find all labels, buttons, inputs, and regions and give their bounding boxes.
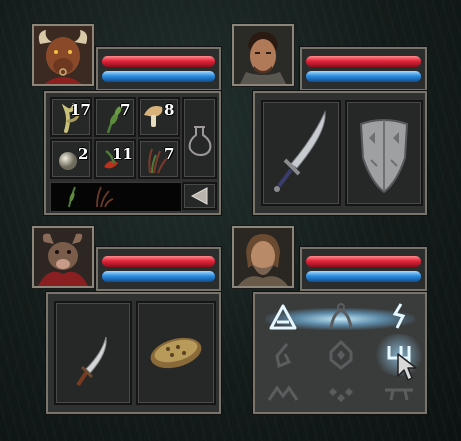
- rune-4-icon[interactable]: [265, 338, 301, 372]
- mage-portrait[interactable]: [231, 225, 295, 289]
- triangle-left-icon: [190, 187, 208, 205]
- mage-health-bar: [306, 256, 421, 267]
- inventory-slot[interactable]: 8: [138, 97, 180, 137]
- ratling-status-bars: [95, 246, 222, 292]
- shield-slot[interactable]: [345, 100, 423, 206]
- weapon-slot[interactable]: [261, 100, 341, 206]
- warrior-status-bars: [299, 46, 428, 92]
- minotaur-portrait[interactable]: [31, 23, 95, 87]
- ratling-portrait-icon: [34, 228, 92, 286]
- collapse-arrow-button[interactable]: [182, 182, 217, 210]
- item-count: 11: [112, 145, 133, 163]
- rune-2-icon[interactable]: [323, 300, 359, 334]
- ratling-equipment-panel: [45, 291, 222, 415]
- inventory-slot[interactable]: 17: [50, 97, 92, 137]
- warrior-mana-bar: [306, 71, 421, 82]
- item-count: 7: [164, 145, 175, 163]
- ratling-mana-bar: [102, 271, 215, 282]
- rune-5-icon[interactable]: [323, 338, 359, 372]
- item-count: 17: [70, 101, 91, 119]
- warrior-portrait-icon: [234, 26, 292, 84]
- mage-mana-bar: [306, 271, 421, 282]
- sword-icon: [274, 110, 326, 192]
- minotaur-inventory-panel: 17 7 8 2 11 7: [43, 90, 222, 216]
- inventory-slot[interactable]: 7: [94, 97, 136, 137]
- mouse-pointer-icon: [397, 353, 417, 381]
- item-count: 7: [120, 101, 131, 119]
- inventory-slot[interactable]: 11: [94, 139, 136, 179]
- inventory-slot[interactable]: 7: [138, 139, 180, 179]
- bread-icon: [150, 337, 202, 369]
- mage-status-bars: [299, 246, 428, 292]
- rune-7-icon[interactable]: [265, 378, 301, 408]
- shield-icon: [359, 119, 409, 194]
- item-count: 8: [164, 101, 175, 119]
- rune-1-icon[interactable]: [265, 300, 301, 334]
- warrior-equipment-panel: [252, 90, 428, 216]
- dagger-icon: [76, 336, 107, 387]
- inventory-slot[interactable]: 2: [50, 139, 92, 179]
- minotaur-health-bar: [102, 56, 215, 67]
- weapon-slot[interactable]: [54, 301, 132, 405]
- mage-portrait-icon: [234, 228, 292, 286]
- ratling-portrait[interactable]: [31, 225, 95, 289]
- item-count: 2: [78, 145, 89, 163]
- quickbar: [50, 182, 182, 212]
- potion-flask-icon: [188, 126, 212, 157]
- warrior-health-bar: [306, 56, 421, 67]
- warrior-portrait[interactable]: [231, 23, 295, 87]
- minotaur-portrait-icon: [34, 26, 92, 84]
- ratling-health-bar: [102, 256, 215, 267]
- potion-slot[interactable]: [182, 97, 217, 179]
- rune-9-icon[interactable]: [381, 378, 417, 408]
- dry-root-icon[interactable]: [89, 183, 119, 209]
- minotaur-status-bars: [95, 46, 222, 92]
- minotaur-mana-bar: [102, 71, 215, 82]
- rune-8-icon[interactable]: [323, 378, 359, 408]
- food-slot[interactable]: [136, 301, 216, 405]
- rune-3-icon[interactable]: [381, 300, 417, 334]
